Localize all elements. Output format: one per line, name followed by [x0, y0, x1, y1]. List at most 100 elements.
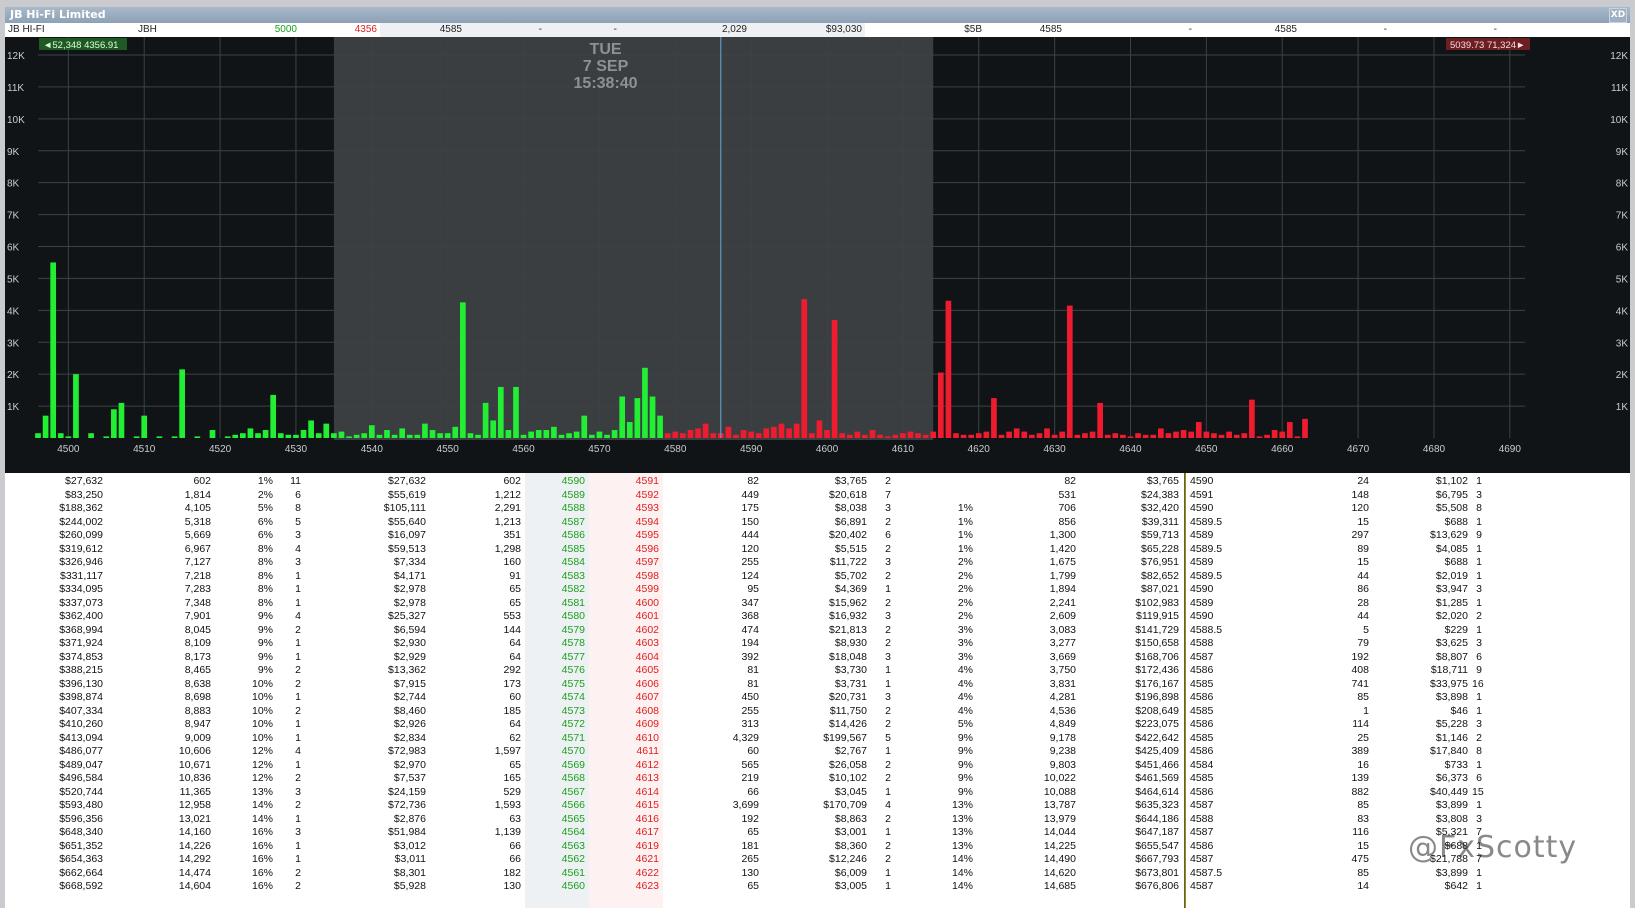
- cum-ask-value: $464,614: [1135, 785, 1179, 798]
- table-row[interactable]: $396,130 8,638 10% 2 $7,915 173 4575 4606 81 $3,7…: [5, 677, 1630, 691]
- table-row[interactable]: $388,215 8,465 9% 2 $13,362 292 4576 4605 81 $3,7…: [5, 663, 1630, 677]
- cum-bid-value: $520,744: [59, 785, 103, 798]
- trade-value: $229: [1444, 623, 1468, 636]
- cum-bid-value: $337,073: [59, 596, 103, 609]
- bid-volume-bar: [247, 428, 254, 438]
- bid-volume-bar: [657, 415, 663, 438]
- ask-price: 4602: [635, 623, 659, 636]
- bid-volume-bar: [171, 436, 178, 438]
- cum-ask-volume: 1,300: [1049, 529, 1076, 541]
- depth-chart[interactable]: 12K 12K 11K 11K 10K 10K 9K 9K 8K 8K 7K 7K 6K 6K 5K 5K 4K…: [5, 37, 1630, 473]
- table-row[interactable]: $331,117 7,218 8% 1 $4,171 91 4583 4598 124 $5,70…: [5, 569, 1630, 583]
- trade-volume: 120: [1351, 502, 1369, 514]
- y-tick-label-left: 10K: [7, 115, 25, 126]
- y-tick-label-left: 7K: [7, 211, 20, 222]
- cum-ask-value: $673,801: [1135, 866, 1179, 879]
- ask-volume-bar: [1256, 436, 1263, 438]
- ask-volume-bar: [1195, 422, 1202, 438]
- ask-volume: 124: [741, 569, 759, 582]
- cum-ask-percent: 13%: [951, 839, 973, 852]
- table-row[interactable]: $413,094 9,009 10% 1 $2,834 62 4571 4610 4,329 $1…: [5, 731, 1630, 745]
- cum-ask-value: $59,713: [1141, 529, 1179, 541]
- table-row[interactable]: $326,946 7,127 8% 3 $7,334 160 4584 4597 255 $11,…: [5, 555, 1630, 569]
- bid-volume-bar: [57, 433, 64, 438]
- bid-volume-bar: [528, 431, 534, 438]
- table-row[interactable]: $244,002 5,318 6% 5 $55,640 1,213 4587 4594 150 $…: [5, 515, 1630, 529]
- cum-bid-volume: 7,127: [184, 556, 211, 568]
- table-row[interactable]: $654,363 14,292 16% 1 $3,011 66 4562 4621 265 $12…: [5, 852, 1630, 866]
- ask-volume-bar: [801, 299, 808, 438]
- table-row[interactable]: $371,924 8,109 9% 1 $2,930 64 4578 4603 194 $8,93…: [5, 636, 1630, 650]
- trade-volume: 389: [1351, 745, 1369, 757]
- ask-volume-bar: [900, 433, 906, 438]
- table-row[interactable]: $337,073 7,348 8% 1 $2,978 65 4581 4600 347 $15,9…: [5, 596, 1630, 610]
- cum-ask-value: $208,649: [1135, 704, 1179, 717]
- y-tick-label-left: 12K: [7, 51, 25, 62]
- table-row[interactable]: $651,352 14,226 16% 1 $3,012 66 4563 4619 181 $8,…: [5, 839, 1630, 853]
- table-row[interactable]: $374,853 8,173 9% 1 $2,929 64 4577 4604 392 $18,0…: [5, 650, 1630, 664]
- y-tick-label-left: 2K: [7, 370, 20, 381]
- left-price-badge: ◄52,348 4356.91: [43, 40, 118, 51]
- ask-volume-bar: [1226, 431, 1232, 438]
- table-row[interactable]: $407,334 8,883 10% 2 $8,460 185 4573 4608 255 $11…: [5, 704, 1630, 718]
- cum-ask-volume: 14,225: [1043, 839, 1076, 852]
- ask-volume-bar: [1302, 418, 1308, 438]
- ask-value: $10,102: [829, 772, 867, 784]
- table-row[interactable]: $188,362 4,105 5% 8 $105,111 2,291 4588 4593 175…: [5, 501, 1630, 515]
- bid-volume-bar: [490, 420, 497, 438]
- cum-bid-percent: 9%: [257, 623, 273, 636]
- quote-low: -: [545, 23, 620, 37]
- table-row[interactable]: $334,095 7,283 8% 1 $2,978 65 4582 4599 95 $4,369…: [5, 582, 1630, 596]
- bid-volume: 1,213: [494, 515, 521, 528]
- table-row[interactable]: $83,250 1,814 2% 6 $55,619 1,212 4589 4592 449 $2…: [5, 488, 1630, 502]
- x-tick-label: 4510: [133, 444, 156, 455]
- trade-value: $642: [1444, 880, 1468, 892]
- trade-price: 4586: [1190, 839, 1214, 852]
- bid-value: $8,460: [393, 704, 426, 717]
- cum-ask-volume: 3,277: [1049, 637, 1076, 649]
- table-row[interactable]: $368,994 8,045 9% 2 $6,594 144 4579 4602 474 $21,…: [5, 623, 1630, 637]
- cum-ask-percent: 1%: [957, 515, 973, 528]
- bid-value: $51,984: [388, 826, 426, 838]
- table-row[interactable]: $648,340 14,160 16% 3 $51,984 1,139 4564 4617 65…: [5, 825, 1630, 839]
- cum-bid-percent: 9%: [257, 610, 273, 622]
- table-row[interactable]: $319,612 6,967 8% 4 $59,513 1,298 4585 4596 120 $…: [5, 542, 1630, 556]
- table-row[interactable]: $496,584 10,836 12% 2 $7,537 165 4568 4613 219 $1…: [5, 771, 1630, 785]
- ask-volume: 194: [741, 637, 759, 649]
- bid-price: 4562: [561, 853, 585, 865]
- bid-volume-bar: [118, 402, 125, 438]
- table-row[interactable]: $596,356 13,021 14% 1 $2,876 63 4565 4616 192 $8,…: [5, 812, 1630, 826]
- ask-price: 4617: [635, 826, 659, 838]
- bid-price: 4570: [561, 745, 585, 757]
- bid-price: 4565: [561, 812, 585, 825]
- table-row[interactable]: $27,632 602 1% 11 $27,632 602 4590 4591 82 $3,765…: [5, 474, 1630, 488]
- trade-count: 1: [1476, 880, 1482, 892]
- depth-table[interactable]: $27,632 602 1% 11 $27,632 602 4590 4591 82 $3,765…: [5, 473, 1630, 908]
- table-row[interactable]: $662,664 14,474 16% 2 $8,301 182 4561 4622 130 $6…: [5, 866, 1630, 880]
- cum-bid-volume: 8,045: [184, 623, 211, 636]
- cum-bid-volume: 8,638: [184, 677, 211, 690]
- cum-bid-percent: 16%: [251, 839, 273, 852]
- table-row[interactable]: $260,099 5,669 6% 3 $16,097 351 4586 4595 444 $20…: [5, 528, 1630, 542]
- close-button[interactable]: XD: [1609, 8, 1627, 23]
- table-row[interactable]: $398,874 8,698 10% 1 $2,744 60 4574 4607 450 $20,…: [5, 690, 1630, 704]
- quote-bid-size: 5000: [274, 24, 297, 35]
- table-row[interactable]: $410,260 8,947 10% 1 $2,926 64 4572 4609 313 $14,…: [5, 717, 1630, 731]
- table-row[interactable]: $593,480 12,958 14% 2 $72,736 1,593 4566 4615 3,…: [5, 798, 1630, 812]
- table-row[interactable]: $486,077 10,606 12% 4 $72,983 1,597 4570 4611 60…: [5, 744, 1630, 758]
- cum-bid-volume: 10,671: [178, 758, 211, 771]
- table-row[interactable]: $489,047 10,671 12% 1 $2,970 65 4569 4612 565 $26…: [5, 758, 1630, 772]
- trade-count: 2: [1476, 610, 1482, 622]
- bid-value: $25,327: [388, 610, 426, 622]
- cum-ask-percent: 13%: [951, 826, 973, 838]
- ask-orders: 3: [885, 691, 891, 703]
- table-row[interactable]: $520,744 11,365 13% 3 $24,159 529 4567 4614 66 $3…: [5, 785, 1630, 799]
- table-row[interactable]: $668,592 14,604 16% 2 $5,928 130 4560 4623 65 $3,…: [5, 879, 1630, 893]
- trade-value: $1,146: [1435, 731, 1468, 744]
- trade-value: $3,625: [1435, 637, 1468, 649]
- watermark-text: @FxScotty: [1408, 830, 1578, 865]
- table-row[interactable]: $362,400 7,901 9% 4 $25,327 553 4580 4601 368 $16…: [5, 609, 1630, 623]
- ask-volume: 150: [741, 515, 759, 528]
- ask-value: $20,402: [829, 529, 867, 541]
- bid-price: 4576: [561, 664, 585, 676]
